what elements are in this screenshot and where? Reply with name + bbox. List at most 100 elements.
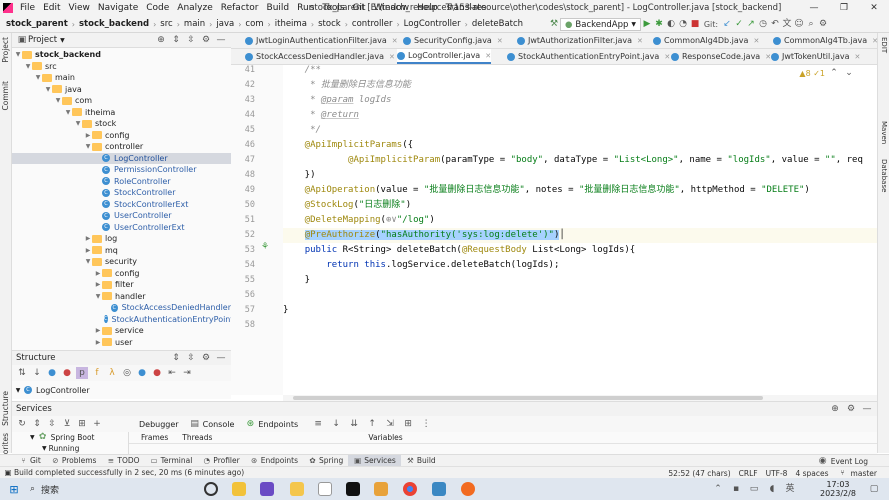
- chevron-right-icon[interactable]: ▶: [94, 339, 102, 346]
- globe-icon[interactable]: ⊕: [829, 403, 841, 415]
- indent-setting[interactable]: 4 spaces: [795, 469, 828, 478]
- autoscroll-icon[interactable]: ⇤: [166, 367, 178, 379]
- run-icon[interactable]: ▶: [641, 19, 653, 31]
- breadcrumb-item[interactable]: stock: [316, 19, 343, 29]
- chevron-down-icon[interactable]: ▼: [84, 258, 92, 265]
- tree-node[interactable]: ▼ security: [12, 256, 231, 268]
- chrome-icon[interactable]: [403, 482, 417, 496]
- add-icon[interactable]: +: [91, 418, 103, 430]
- tree-node[interactable]: ▶ config: [12, 130, 231, 142]
- menu-item[interactable]: Code: [142, 3, 173, 13]
- method-filter-icon[interactable]: ●: [61, 367, 73, 379]
- editor-tab[interactable]: JwtLoginAuthenticationFilter.java ✕: [245, 33, 398, 48]
- search-icon[interactable]: ⌕: [805, 19, 817, 31]
- app-icon[interactable]: [290, 482, 304, 496]
- close-icon[interactable]: ✕: [753, 37, 759, 45]
- project-tool-button[interactable]: Project: [1, 37, 10, 63]
- expand-all-icon[interactable]: ⇕: [170, 34, 182, 46]
- settings-icon[interactable]: ⚙: [817, 19, 829, 31]
- git-commit-icon[interactable]: ✓: [733, 19, 745, 31]
- chevron-right-icon[interactable]: ▶: [94, 327, 102, 334]
- breadcrumb-item[interactable]: stock_backend: [77, 19, 151, 29]
- chevron-down-icon[interactable]: ▼: [14, 51, 22, 58]
- tool-tab[interactable]: ▣ Services: [348, 454, 401, 467]
- evaluate-icon[interactable]: ⊞: [402, 418, 414, 430]
- ime-icon[interactable]: 英: [784, 483, 796, 495]
- breadcrumb-item[interactable]: LogController: [402, 19, 463, 29]
- locate-icon[interactable]: ⊕: [155, 34, 167, 46]
- breadcrumb-item[interactable]: deleteBatch: [470, 19, 525, 29]
- debug-icon[interactable]: ✱: [653, 19, 665, 31]
- breadcrumb-item[interactable]: src: [158, 19, 174, 29]
- tree-node[interactable]: ▶ mq: [12, 245, 231, 257]
- chevron-down-icon[interactable]: ▼: [94, 293, 102, 300]
- tool-tab[interactable]: ⊛ Endpoints: [245, 455, 303, 467]
- tree-node[interactable]: C StockAccessDeniedHandler: [12, 302, 231, 314]
- editor-app-icon[interactable]: [432, 482, 446, 496]
- inherited-icon[interactable]: ◎: [121, 367, 133, 379]
- chevron-down-icon[interactable]: ▼: [74, 120, 82, 127]
- close-icon[interactable]: ✕: [497, 37, 503, 45]
- sort-alpha-icon[interactable]: ↓: [31, 367, 43, 379]
- tree-node[interactable]: ▶ service: [12, 325, 231, 337]
- collapse-icon[interactable]: ⇳: [46, 418, 58, 430]
- tool-tab[interactable]: ⚒ Build: [401, 455, 441, 467]
- close-icon[interactable]: ✕: [855, 53, 861, 61]
- tool-tab[interactable]: ▭ Terminal: [145, 455, 198, 467]
- tree-node[interactable]: ▼ handler: [12, 291, 231, 303]
- tree-node[interactable]: C LogController: [12, 152, 231, 164]
- lambda-filter-icon[interactable]: λ: [106, 367, 118, 379]
- chevron-down-icon[interactable]: ▼: [34, 74, 42, 81]
- gear-icon[interactable]: ⚙: [200, 34, 212, 46]
- tree-node[interactable]: ▼ src: [12, 61, 231, 73]
- cortana-icon[interactable]: [204, 482, 218, 496]
- tool-tab[interactable]: ≡ TODO: [101, 455, 144, 467]
- endpoints-tab[interactable]: Endpoints: [258, 420, 298, 429]
- breadcrumb-item[interactable]: com: [243, 19, 265, 29]
- autoscroll-from-icon[interactable]: ⇥: [181, 367, 193, 379]
- editor-tab[interactable]: LogController.java ✕: [397, 49, 492, 64]
- step-over-icon[interactable]: ≡: [312, 418, 324, 430]
- history-icon[interactable]: ◷: [757, 19, 769, 31]
- chevron-right-icon[interactable]: ▶: [84, 247, 92, 254]
- menu-item[interactable]: File: [16, 3, 39, 13]
- minimize-button[interactable]: —: [799, 0, 829, 16]
- tree-node[interactable]: ▶ config: [12, 268, 231, 280]
- editor-tab[interactable]: SecurityConfig.java ✕: [403, 33, 503, 48]
- chevron-down-icon[interactable]: ▼: [44, 86, 52, 93]
- expand-icon[interactable]: ⇕: [31, 418, 43, 430]
- tree-node[interactable]: ▼ stock: [12, 118, 231, 130]
- gear-icon[interactable]: ⚙: [200, 352, 212, 364]
- capture-icon[interactable]: [461, 482, 475, 496]
- spring-bean-icon[interactable]: ⚘: [259, 241, 271, 253]
- close-icon[interactable]: ✕: [389, 53, 395, 61]
- sort-icon[interactable]: ⇅: [16, 367, 28, 379]
- close-icon[interactable]: ✕: [392, 37, 398, 45]
- close-icon[interactable]: ✕: [872, 37, 878, 45]
- chevron-right-icon[interactable]: ▶: [84, 132, 92, 139]
- menu-item[interactable]: View: [65, 3, 94, 13]
- breadcrumb-item[interactable]: main: [182, 19, 207, 29]
- trace-icon[interactable]: ⋮: [420, 418, 432, 430]
- collapse-all-icon[interactable]: ⇳: [185, 34, 197, 46]
- chevron-right-icon[interactable]: ▶: [94, 270, 102, 277]
- rollback-icon[interactable]: ↶: [769, 19, 781, 31]
- translate-icon[interactable]: 文: [781, 19, 793, 31]
- menu-item[interactable]: Edit: [39, 3, 64, 13]
- hide-icon[interactable]: —: [861, 403, 873, 415]
- tree-node[interactable]: ▶ log: [12, 233, 231, 245]
- editor-tab[interactable]: StockAccessDeniedHandler.java ✕: [245, 49, 395, 64]
- tool-tab[interactable]: ◔ Profiler: [197, 455, 244, 467]
- menu-item[interactable]: Analyze: [173, 3, 216, 13]
- tray-app-icon[interactable]: ▪: [730, 483, 742, 495]
- file-encoding[interactable]: UTF-8: [766, 469, 788, 478]
- profile-avatar-icon[interactable]: ☺: [793, 19, 805, 31]
- hide-icon[interactable]: —: [215, 352, 227, 364]
- taskbar-clock[interactable]: 17:03 2023/2/8: [820, 480, 856, 498]
- git-branch[interactable]: master: [851, 469, 877, 478]
- editor-tab[interactable]: JwtAuthorizationFilter.java ✕: [517, 33, 643, 48]
- tree-node[interactable]: C UserControllerExt: [12, 222, 231, 234]
- tool-tab[interactable]: ⊘ Problems: [46, 455, 102, 467]
- git-push-icon[interactable]: ↗: [745, 19, 757, 31]
- editor-tab[interactable]: ResponseCode.java ✕: [671, 49, 771, 64]
